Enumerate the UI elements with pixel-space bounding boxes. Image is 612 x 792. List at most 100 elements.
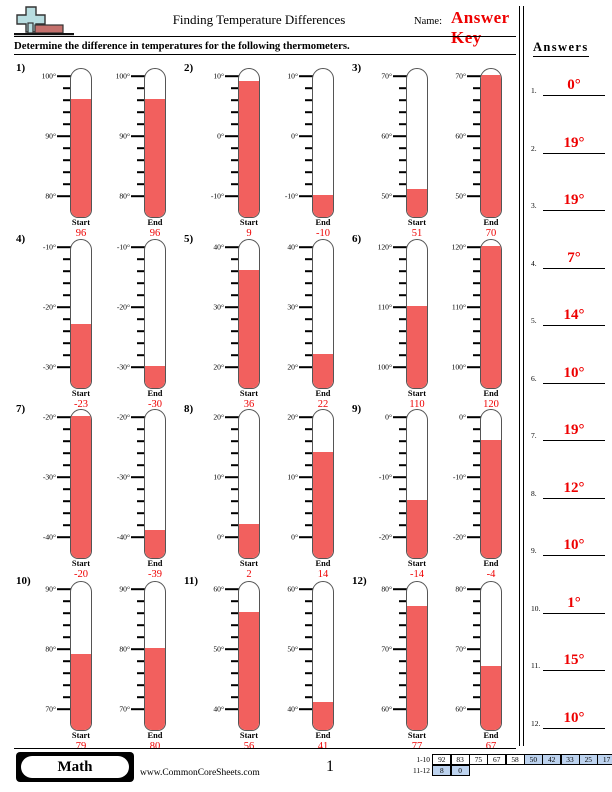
tick-major (225, 536, 239, 538)
mercury-column (407, 500, 427, 558)
scale-label: -30° (42, 362, 56, 372)
scale-labels: 40° 30° 20° (198, 243, 224, 372)
tick-major (225, 476, 239, 478)
tick-major (299, 306, 313, 308)
score-table: 1-10 92 83 75 67 58 50 42 33 25 17 11-12 8 0 (404, 754, 612, 776)
scale-labels: -10° -20° -30° (30, 243, 56, 372)
answer-blank-line[interactable] (543, 95, 605, 96)
tick-major (299, 246, 313, 248)
answer-row: 5. 14° (531, 298, 605, 326)
scale-label: 90° (45, 131, 56, 141)
scale-label: 40° (287, 704, 298, 714)
tick-major (467, 416, 481, 418)
scale-label: 0° (217, 131, 224, 141)
answer-blank-line[interactable] (543, 612, 605, 614)
tick-major (131, 366, 145, 368)
tick-major (467, 135, 481, 137)
thermometer-start: 10° 0° -10° Start 9 (198, 68, 276, 239)
tick-major (225, 195, 239, 197)
thermometer-start: 60° 50° 40° Start 56 (198, 581, 276, 752)
answer-blank-line[interactable] (543, 267, 605, 269)
tick-major (131, 135, 145, 137)
tick-major (393, 246, 407, 248)
thermometer-end: 80° 70° 60° End 67 (440, 581, 518, 752)
scale-label: 30° (287, 302, 298, 312)
start-label: Start (239, 218, 259, 227)
scale-ticks (131, 75, 145, 197)
tick-major (393, 366, 407, 368)
answer-row: 10. 1° (531, 586, 605, 614)
start-label: Start (407, 559, 427, 568)
scale-label: -30° (42, 472, 56, 482)
footer-divider (14, 748, 516, 749)
thermometer-tube (144, 68, 166, 218)
tick-major (467, 195, 481, 197)
answer-row: 11. 15° (531, 643, 605, 671)
instructions-text: Determine the difference in temperatures… (14, 40, 350, 52)
thermometer-tube (406, 409, 428, 559)
answer-blank-line[interactable] (543, 727, 605, 729)
tick-major (393, 536, 407, 538)
scale-label: 10° (213, 472, 224, 482)
thermometer-tube (406, 68, 428, 218)
answer-blank-line[interactable] (543, 555, 605, 556)
tick-major (393, 135, 407, 137)
scale-label: 80° (119, 191, 130, 201)
score-row-label: 11-12 (413, 766, 430, 775)
answer-blank-line[interactable] (543, 497, 605, 499)
answer-blank-line[interactable] (543, 210, 605, 211)
mercury-column (481, 440, 501, 558)
subject-badge-label: Math (21, 756, 129, 778)
scale-label: 80° (455, 584, 466, 594)
answer-value: 0° (567, 77, 581, 93)
scale-ticks (299, 416, 313, 538)
scale-label: 90° (119, 131, 130, 141)
scale-ticks (131, 588, 145, 710)
site-url: www.CommonCoreSheets.com (140, 768, 260, 778)
start-label: Start (71, 389, 91, 398)
scale-ticks (299, 246, 313, 368)
scale-label: 80° (45, 191, 56, 201)
answer-value: 19° (563, 422, 585, 438)
score-cell: 17 (597, 754, 612, 765)
answer-row: 7. 19° (531, 413, 605, 441)
scale-label: 0° (217, 532, 224, 542)
answer-blank-line[interactable] (543, 325, 605, 326)
problem-item: 8) 20° 10° 0° Start 2 20° 10° 0° End 14 (182, 401, 350, 580)
end-label: End (147, 218, 163, 227)
scale-label: -10° (452, 472, 466, 482)
thermometer-end: 120° 110° 100° End 120 (440, 239, 518, 410)
tick-major (225, 416, 239, 418)
start-label: Start (71, 731, 91, 740)
tick-major (467, 536, 481, 538)
answer-blank-line[interactable] (543, 670, 605, 671)
scale-label: -20° (42, 302, 56, 312)
thermometer-tube (480, 239, 502, 389)
answer-blank-line[interactable] (543, 440, 605, 441)
scale-label: 30° (213, 302, 224, 312)
problem-item: 3) 70° 60° 50° Start 51 70° 60° 50° End 70 (350, 60, 518, 239)
scale-label: 40° (213, 242, 224, 252)
scale-label: 20° (287, 362, 298, 372)
tick-major (57, 476, 71, 478)
answer-row: 9. 10° (531, 528, 605, 556)
scale-ticks (393, 246, 407, 368)
end-label: End (315, 731, 331, 740)
problem-number: 9) (352, 403, 362, 415)
answer-blank-line[interactable] (543, 382, 605, 384)
thermometer-end: -10° -20° -30° End -30 (104, 239, 182, 410)
start-label: Start (239, 731, 259, 740)
answer-value: 12° (563, 479, 585, 496)
thermometer-end: 20° 10° 0° End 14 (272, 409, 350, 580)
scale-ticks (393, 588, 407, 710)
thermometer-start: 20° 10° 0° Start 2 (198, 409, 276, 580)
answer-blank-line[interactable] (543, 152, 605, 154)
thermometer-tube (144, 409, 166, 559)
problem-item: 12) 80° 70° 60° Start 77 80° 70° 60° End 67 (350, 573, 518, 752)
scale-label: 90° (119, 584, 130, 594)
score-cell: 42 (542, 754, 562, 765)
end-label: End (483, 559, 499, 568)
score-cell: 33 (560, 754, 580, 765)
scale-ticks (393, 75, 407, 197)
problem-item: 11) 60° 50° 40° Start 56 60° 50° 40° End 41 (182, 573, 350, 752)
